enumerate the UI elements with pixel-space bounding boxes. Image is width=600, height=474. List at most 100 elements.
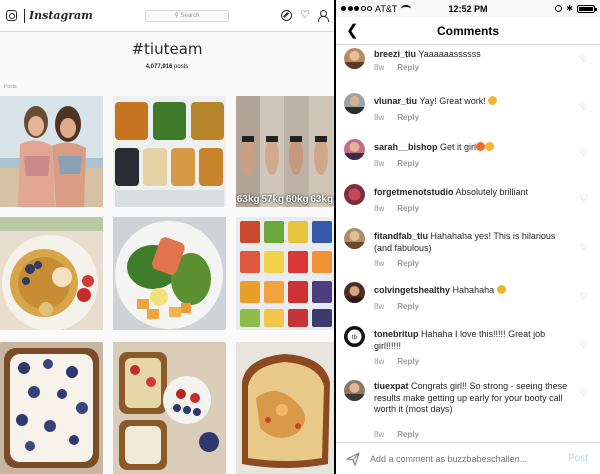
post-thumbnail-meal-prep[interactable] bbox=[113, 96, 226, 207]
post-thumbnail-salmon-salad[interactable] bbox=[113, 217, 226, 330]
comment-username[interactable]: sarah__bishop bbox=[374, 142, 438, 152]
post-count: 4,077,916 posts bbox=[0, 64, 334, 70]
like-heart-icon[interactable]: ♡ bbox=[580, 340, 588, 351]
battery-icon bbox=[577, 4, 597, 13]
search-input[interactable]: ⚲ Search bbox=[144, 9, 229, 22]
comment-age: 8w bbox=[374, 113, 385, 122]
reply-button[interactable]: Reply bbox=[397, 357, 419, 366]
back-chevron-icon[interactable]: ❮ bbox=[346, 23, 359, 38]
flexed-biceps-icon bbox=[488, 96, 498, 105]
comment-age: 8w bbox=[374, 63, 385, 72]
comment-text: tiuexpat Congrats girl!! So strong - see… bbox=[374, 381, 574, 416]
post-thumbnail-berry-toast[interactable] bbox=[113, 342, 226, 474]
comment-age: 8w bbox=[374, 259, 385, 268]
post-thumbnail-beach[interactable] bbox=[0, 96, 103, 207]
phone-comments-pane: AT&T 12:52 PM ✱ ❮ Comments breezi_tiu Ya… bbox=[334, 0, 600, 474]
posts-section-label: Posts bbox=[4, 84, 17, 90]
compass-icon[interactable] bbox=[281, 10, 293, 21]
comment-text: sarah__bishop Get it girl bbox=[374, 142, 574, 154]
instagram-web-pane: Instagram ⚲ Search ♡ #tiuteam 4,077,916 … bbox=[0, 0, 334, 474]
comment-body: Yaaaaaassssss bbox=[418, 49, 481, 59]
progress-photo bbox=[236, 96, 334, 207]
weight-label: 60kg bbox=[285, 194, 309, 205]
comment-input-bar: Post bbox=[336, 442, 600, 474]
reply-button[interactable]: Reply bbox=[397, 204, 419, 213]
comments-header: ❮ Comments bbox=[336, 17, 600, 45]
post-thumbnail-fruit-containers[interactable] bbox=[236, 217, 334, 330]
like-heart-icon[interactable]: ♡ bbox=[580, 148, 588, 159]
comment-text: fitandfab_tiu Hahahaha yes! This is hila… bbox=[374, 231, 574, 254]
comment-text: forgetmenotstudio Absolutely brilliant bbox=[374, 187, 574, 199]
comment-age: 8w bbox=[374, 159, 385, 168]
comment-username[interactable]: breezi_tiu bbox=[374, 49, 416, 59]
weight-labels: 63kg 57kg 60kg 63kg bbox=[236, 194, 334, 205]
comment-text: breezi_tiu Yaaaaaassssss bbox=[374, 49, 574, 61]
post-thumbnail-waffle[interactable] bbox=[0, 217, 103, 330]
post-thumbnail-progress[interactable]: 63kg 57kg 60kg 63kg bbox=[236, 96, 334, 207]
avatar[interactable] bbox=[344, 228, 365, 249]
comment-meta: 8w Reply bbox=[374, 259, 419, 268]
weight-label: 57kg bbox=[261, 194, 285, 205]
post-button[interactable]: Post bbox=[568, 453, 588, 464]
comment-meta: 8w Reply bbox=[374, 204, 419, 213]
avatar[interactable]: tb bbox=[344, 326, 365, 347]
send-icon[interactable] bbox=[346, 451, 360, 466]
comment-username[interactable]: tiuexpat bbox=[374, 381, 409, 391]
status-bar: AT&T 12:52 PM ✱ bbox=[336, 0, 600, 17]
post-thumbnail-hummus-toast[interactable] bbox=[236, 342, 334, 474]
post-count-suffix: posts bbox=[174, 64, 189, 70]
nav-icons: ♡ bbox=[281, 10, 329, 22]
comment-body: Get it girl bbox=[440, 142, 477, 152]
avatar[interactable] bbox=[344, 380, 365, 401]
clock: 12:52 PM bbox=[448, 3, 488, 14]
avatar[interactable] bbox=[344, 184, 365, 205]
reply-button[interactable]: Reply bbox=[397, 63, 419, 72]
comment-text: colvingetshealthy Hahahaha bbox=[374, 285, 574, 297]
comment-meta: 8w Reply bbox=[374, 63, 419, 72]
reply-button[interactable]: Reply bbox=[397, 159, 419, 168]
comment-text: tonebritup Hahaha I love this!!!!! Great… bbox=[374, 329, 574, 352]
avatar[interactable] bbox=[344, 48, 365, 69]
post-thumbnail-blueberry-toast[interactable] bbox=[0, 342, 103, 474]
like-heart-icon[interactable]: ♡ bbox=[580, 54, 588, 65]
like-heart-icon[interactable]: ♡ bbox=[580, 102, 588, 113]
comment-meta: 8w Reply bbox=[374, 430, 419, 439]
comment-meta: 8w Reply bbox=[374, 302, 419, 311]
comment-age: 8w bbox=[374, 204, 385, 213]
like-heart-icon[interactable]: ♡ bbox=[580, 193, 588, 204]
avatar[interactable] bbox=[344, 93, 365, 114]
person-icon[interactable] bbox=[318, 10, 329, 22]
comment-meta: 8w Reply bbox=[374, 113, 419, 122]
reply-button[interactable]: Reply bbox=[397, 113, 419, 122]
battery-fill bbox=[579, 6, 593, 11]
comment-username[interactable]: vlunar_tiu bbox=[374, 96, 417, 106]
comment-meta: 8w Reply bbox=[374, 159, 419, 168]
like-heart-icon[interactable]: ♡ bbox=[580, 291, 588, 302]
like-heart-icon[interactable]: ♡ bbox=[580, 242, 588, 253]
weight-label: 63kg bbox=[236, 194, 260, 205]
comment-body: Absolutely brilliant bbox=[455, 187, 529, 197]
weight-label: 63kg bbox=[310, 194, 334, 205]
comment-username[interactable]: fitandfab_tiu bbox=[374, 231, 428, 241]
comment-body: Hahahaha bbox=[452, 285, 495, 295]
svg-text:tb: tb bbox=[352, 335, 358, 341]
reply-button[interactable]: Reply bbox=[397, 259, 419, 268]
salmon-salad-photo bbox=[113, 217, 226, 330]
fire-icon bbox=[476, 142, 486, 151]
instagram-logo-icon[interactable] bbox=[6, 10, 17, 21]
reply-button[interactable]: Reply bbox=[397, 430, 419, 439]
avatar[interactable] bbox=[344, 282, 365, 303]
reply-button[interactable]: Reply bbox=[397, 302, 419, 311]
split-screen: Instagram ⚲ Search ♡ #tiuteam 4,077,916 … bbox=[0, 0, 600, 474]
like-heart-icon[interactable]: ♡ bbox=[580, 388, 588, 399]
beach-photo bbox=[0, 96, 103, 207]
search-placeholder: Search bbox=[180, 12, 200, 19]
comment-input[interactable] bbox=[370, 453, 568, 464]
comment-username[interactable]: forgetmenotstudio bbox=[374, 187, 454, 197]
app-wordmark[interactable]: Instagram bbox=[29, 9, 93, 22]
avatar[interactable] bbox=[344, 139, 365, 160]
comment-username[interactable]: tonebritup bbox=[374, 329, 419, 339]
comment-username[interactable]: colvingetshealthy bbox=[374, 285, 450, 295]
heart-icon[interactable]: ♡ bbox=[300, 10, 310, 21]
comment-body: Yay! Great work! bbox=[419, 96, 486, 106]
